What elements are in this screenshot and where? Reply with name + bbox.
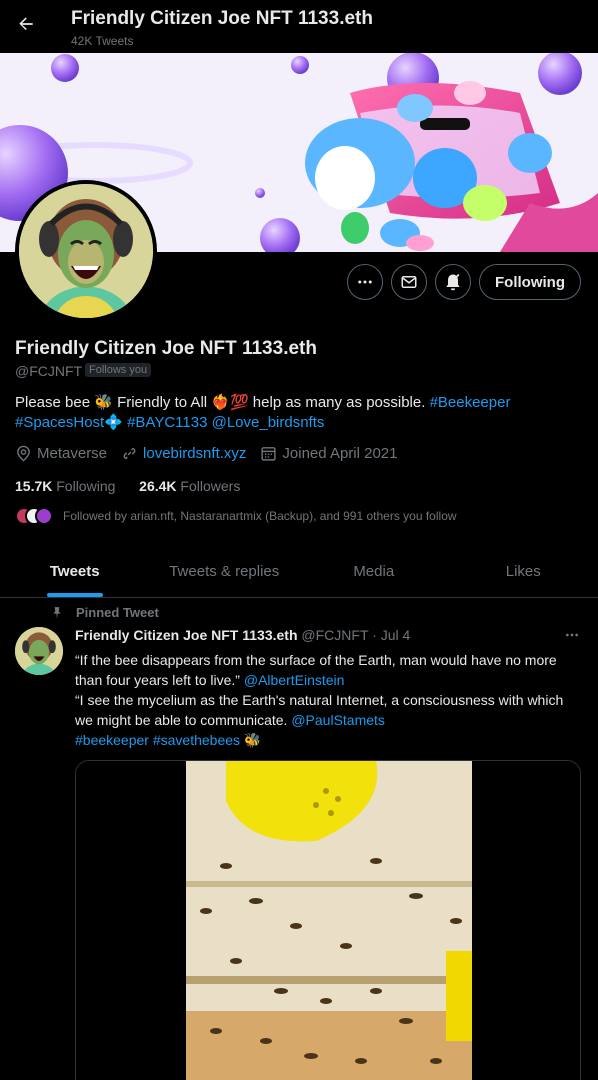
profile-tabs: Tweets Tweets & replies Media Likes xyxy=(0,545,598,598)
bio-hashtag-spaceshost[interactable]: #SpacesHost xyxy=(15,414,104,431)
tab-tweets-replies[interactable]: Tweets & replies xyxy=(150,545,300,597)
pinned-text: Pinned Tweet xyxy=(76,605,159,620)
website-link[interactable]: lovebirdsnft.xyz xyxy=(143,445,246,462)
bio-hashtag-beekeeper[interactable]: #Beekeeper xyxy=(430,394,511,411)
tweet-mention-stamets[interactable]: @PaulStamets xyxy=(291,712,385,728)
more-icon xyxy=(566,633,578,637)
profile-meta: Metaverse lovebirdsnft.xyz Joined April … xyxy=(15,445,412,462)
arrow-left-icon xyxy=(19,17,33,30)
tweet-hashtag-savethebees[interactable]: #savethebees xyxy=(153,732,240,748)
tab-label: Tweets & replies xyxy=(169,562,280,580)
followed-by[interactable]: Followed by arian.nft, Nastaranartmix (B… xyxy=(15,507,457,525)
tweet-author-name[interactable]: Friendly Citizen Joe NFT 1133.eth xyxy=(75,627,298,643)
profile-handle: @FCJNFT xyxy=(15,363,83,379)
tweet-header: Friendly Citizen Joe NFT 1133.eth @FCJNF… xyxy=(75,627,410,643)
tweet-date[interactable]: Jul 4 xyxy=(381,627,411,643)
active-tab-indicator xyxy=(46,593,103,597)
tab-label: Tweets xyxy=(49,562,100,580)
followers-count: 26.4K xyxy=(139,478,177,494)
bio-mention-lovebirds[interactable]: @Love_birdsnfts xyxy=(212,414,325,431)
tweet-media[interactable] xyxy=(75,760,581,1080)
more-icon xyxy=(358,280,372,284)
more-options-button[interactable] xyxy=(347,264,383,300)
tab-media[interactable]: Media xyxy=(299,545,449,597)
joined-text: Joined April 2021 xyxy=(282,445,398,462)
joined-date: Joined April 2021 xyxy=(260,445,398,462)
followers-label: Followers xyxy=(180,478,241,494)
tab-label: Media xyxy=(353,562,395,580)
avatar xyxy=(35,507,53,525)
back-button[interactable] xyxy=(12,10,40,38)
bio-hashtag-bayc[interactable]: #BAYC1133 xyxy=(127,414,207,431)
tweet-separator: · xyxy=(372,627,377,643)
follow-stats: 15.7K Following 26.4K Followers xyxy=(15,478,240,494)
bio-sparkle: 💠 xyxy=(104,414,128,431)
followers-link[interactable]: 26.4K Followers xyxy=(139,478,240,494)
tweet-hashtag-beekeeper[interactable]: #beekeeper xyxy=(75,732,149,748)
tab-tweets[interactable]: Tweets xyxy=(0,545,150,597)
tab-label: Likes xyxy=(505,562,541,580)
profile-name: Friendly Citizen Joe NFT 1133.eth xyxy=(15,338,317,359)
tweet-emoji: 🐝 xyxy=(240,732,262,748)
bio-text: Please bee 🐝 Friendly to All ❤️‍🔥💯 help … xyxy=(15,394,430,411)
top-bar: Friendly Citizen Joe NFT 1133.eth 42K Tw… xyxy=(0,0,598,53)
notifications-button[interactable] xyxy=(435,264,471,300)
tab-likes[interactable]: Likes xyxy=(449,545,598,597)
following-label: Following xyxy=(56,478,116,494)
follows-you-badge: Follows you xyxy=(85,363,152,377)
pinned-label: Pinned Tweet xyxy=(50,605,159,620)
header-title: Friendly Citizen Joe NFT 1133.eth xyxy=(71,8,373,29)
pin-icon xyxy=(53,606,61,619)
following-count: 15.7K xyxy=(15,478,53,494)
website: lovebirdsnft.xyz xyxy=(121,445,246,462)
message-button[interactable] xyxy=(391,264,427,300)
followed-by-text: Followed by arian.nft, Nastaranartmix (B… xyxy=(63,509,457,523)
profile-bio: Please bee 🐝 Friendly to All ❤️‍🔥💯 help … xyxy=(15,393,575,433)
header-tweet-count: 42K Tweets xyxy=(71,34,134,48)
profile-avatar[interactable] xyxy=(15,180,157,322)
location-text: Metaverse xyxy=(37,445,108,462)
location: Metaverse xyxy=(15,445,107,462)
tweet-text: “If the bee disappears from the surface … xyxy=(75,650,580,750)
tweet-mention-einstein[interactable]: @AlbertEinstein xyxy=(244,672,345,688)
bell-icon xyxy=(446,273,460,291)
tweet-author-handle[interactable]: @FCJNFT xyxy=(301,627,368,643)
mail-icon xyxy=(401,276,417,288)
following-link[interactable]: 15.7K Following xyxy=(15,478,115,494)
tweet-more-button[interactable] xyxy=(562,626,582,644)
calendar-icon xyxy=(261,447,276,461)
tweet-author-avatar[interactable] xyxy=(15,627,63,675)
location-pin-icon xyxy=(17,445,30,462)
following-button[interactable]: Following xyxy=(479,264,581,300)
link-icon xyxy=(123,447,136,460)
